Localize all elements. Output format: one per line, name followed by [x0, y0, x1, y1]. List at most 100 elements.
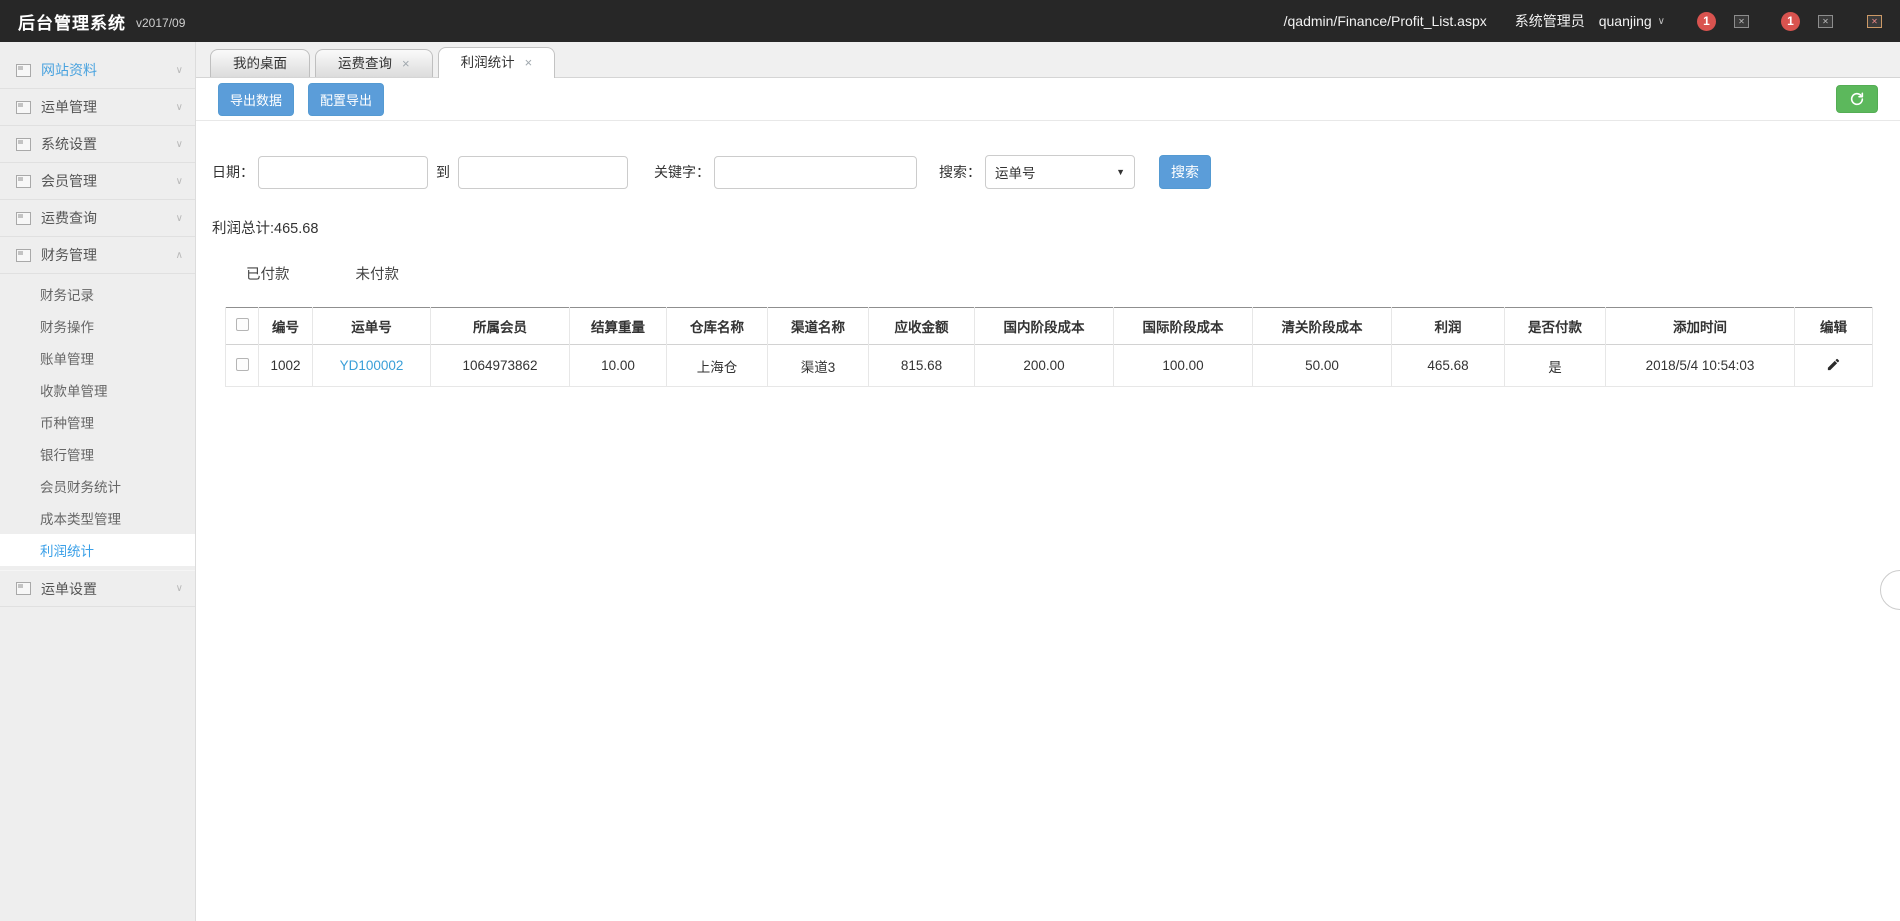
broken-image-icon[interactable]: ✕	[1818, 15, 1833, 28]
edit-row-button[interactable]	[1826, 357, 1841, 372]
cell-weight: 10.00	[570, 345, 667, 387]
col-header: 清关阶段成本	[1253, 308, 1392, 345]
header-select-all	[226, 308, 259, 345]
sidebar-item-label: 系统设置	[41, 134, 176, 154]
col-header: 是否付款	[1505, 308, 1606, 345]
notification-badge-2[interactable]: 1	[1781, 12, 1800, 31]
waybill-link[interactable]: YD100002	[340, 358, 404, 373]
refresh-button[interactable]	[1836, 85, 1878, 113]
col-header: 所属会员	[431, 308, 570, 345]
row-checkbox[interactable]	[236, 358, 249, 371]
broken-image-icon[interactable]: ✕	[1734, 15, 1749, 28]
sidebar-item-system-settings[interactable]: 系统设置 ∨	[0, 126, 195, 163]
chevron-up-icon: ∧	[176, 250, 183, 261]
refresh-icon	[1849, 91, 1865, 107]
col-header: 编号	[259, 308, 313, 345]
cell-customs-cost: 50.00	[1253, 345, 1392, 387]
col-header: 利润	[1392, 308, 1505, 345]
cell-domestic-cost: 200.00	[975, 345, 1114, 387]
export-config-button[interactable]: 配置导出	[308, 83, 384, 116]
date-label: 日期：	[212, 162, 254, 182]
app-title: 后台管理系统	[18, 9, 126, 34]
main-content: 我的桌面 运费查询 × 利润统计 × 导出数据 配置导出 日期： 到 关键字： …	[196, 42, 1900, 921]
cell-intl-cost: 100.00	[1114, 345, 1253, 387]
search-button[interactable]: 搜索	[1159, 155, 1211, 189]
tab-label: 运费查询	[338, 51, 392, 77]
export-data-button[interactable]: 导出数据	[218, 83, 294, 116]
payment-filters: 已付款 未付款	[246, 263, 1900, 284]
sidebar-item-label: 财务管理	[41, 245, 176, 265]
chevron-down-icon: ∨	[176, 102, 183, 113]
profit-table: 编号 运单号 所属会员 结算重量 仓库名称 渠道名称 应收金额 国内阶段成本 国…	[225, 307, 1873, 387]
sidebar-item-website-info[interactable]: 网站资料 ∨	[0, 52, 195, 89]
sidebar-subitem-currency-mgmt[interactable]: 币种管理	[0, 406, 195, 438]
sidebar-item-waybill-mgmt[interactable]: 运单管理 ∨	[0, 89, 195, 126]
menu-icon	[16, 138, 31, 151]
sidebar-item-label: 运单设置	[41, 579, 176, 599]
tab-my-desktop[interactable]: 我的桌面	[210, 49, 310, 77]
select-value: 运单号	[995, 162, 1036, 182]
sidebar-item-label: 运单管理	[41, 97, 176, 117]
user-menu[interactable]: quanjing ∨	[1599, 13, 1665, 29]
chevron-down-icon: ∨	[176, 213, 183, 224]
sidebar-item-freight-query[interactable]: 运费查询 ∨	[0, 200, 195, 237]
sidebar-subitem-cost-type-mgmt[interactable]: 成本类型管理	[0, 502, 195, 534]
sidebar-item-member-mgmt[interactable]: 会员管理 ∨	[0, 163, 195, 200]
chevron-down-icon: ∨	[176, 139, 183, 150]
cell-warehouse: 上海仓	[667, 345, 768, 387]
topbar-right: /qadmin/Finance/Profit_List.aspx 系统管理员 q…	[1284, 11, 1882, 31]
menu-icon	[16, 175, 31, 188]
notification-badge-1[interactable]: 1	[1697, 12, 1716, 31]
sidebar-item-waybill-settings[interactable]: 运单设置 ∨	[0, 570, 195, 607]
col-header: 添加时间	[1606, 308, 1795, 345]
user-role: 系统管理员	[1515, 11, 1585, 31]
search-type-select[interactable]: 运单号 ▼	[985, 155, 1135, 189]
sidebar-subitem-profit-stats[interactable]: 利润统计	[0, 534, 195, 566]
cell-member: 1064973862	[431, 345, 570, 387]
sidebar-item-finance-mgmt[interactable]: 财务管理 ∧	[0, 237, 195, 274]
filter-paid[interactable]: 已付款	[246, 263, 290, 284]
tab-strip: 我的桌面 运费查询 × 利润统计 ×	[196, 42, 1900, 78]
close-icon[interactable]: ×	[525, 50, 533, 76]
tab-label: 利润统计	[461, 50, 515, 76]
menu-icon	[16, 249, 31, 262]
finance-submenu: 财务记录 财务操作 账单管理 收款单管理 币种管理 银行管理 会员财务统计 成本…	[0, 274, 195, 570]
col-header: 渠道名称	[768, 308, 869, 345]
sidebar-item-label: 网站资料	[41, 60, 176, 80]
username: quanjing	[1599, 13, 1652, 29]
cell-is-paid: 是	[1505, 345, 1606, 387]
cell-added-time: 2018/5/4 10:54:03	[1606, 345, 1795, 387]
date-to-input[interactable]	[458, 156, 628, 189]
menu-icon	[16, 582, 31, 595]
tab-freight-query[interactable]: 运费查询 ×	[315, 49, 433, 77]
col-header: 编辑	[1795, 308, 1873, 345]
floating-button-partial[interactable]	[1880, 570, 1900, 610]
cell-id: 1002	[259, 345, 313, 387]
sidebar-subitem-finance-operations[interactable]: 财务操作	[0, 310, 195, 342]
cell-receivable: 815.68	[869, 345, 975, 387]
date-from-input[interactable]	[258, 156, 428, 189]
tab-profit-stats[interactable]: 利润统计 ×	[438, 47, 556, 78]
sidebar-subitem-finance-records[interactable]: 财务记录	[0, 278, 195, 310]
profit-total-text: 利润总计:465.68	[212, 217, 1900, 238]
filter-unpaid[interactable]: 未付款	[356, 263, 400, 284]
sidebar-subitem-bank-mgmt[interactable]: 银行管理	[0, 438, 195, 470]
table-row: 1002 YD100002 1064973862 10.00 上海仓 渠道3 8…	[226, 345, 1873, 387]
col-header: 应收金额	[869, 308, 975, 345]
select-all-checkbox[interactable]	[236, 318, 249, 331]
sidebar-subitem-bill-mgmt[interactable]: 账单管理	[0, 342, 195, 374]
sidebar-subitem-receipt-mgmt[interactable]: 收款单管理	[0, 374, 195, 406]
keyword-input[interactable]	[714, 156, 917, 189]
search-by-label: 搜索：	[939, 162, 981, 182]
cell-channel: 渠道3	[768, 345, 869, 387]
col-header: 结算重量	[570, 308, 667, 345]
dropdown-arrow-icon: ▼	[1116, 167, 1125, 177]
tab-label: 我的桌面	[233, 51, 287, 77]
chevron-down-icon: ∨	[176, 65, 183, 76]
menu-icon	[16, 64, 31, 77]
broken-image-icon[interactable]: ✕	[1867, 15, 1882, 28]
sidebar-subitem-member-finance-stats[interactable]: 会员财务统计	[0, 470, 195, 502]
sidebar: 网站资料 ∨ 运单管理 ∨ 系统设置 ∨ 会员管理 ∨ 运费查询 ∨ 财务管理 …	[0, 42, 196, 921]
close-icon[interactable]: ×	[402, 51, 410, 77]
chevron-down-icon: ∨	[176, 176, 183, 187]
